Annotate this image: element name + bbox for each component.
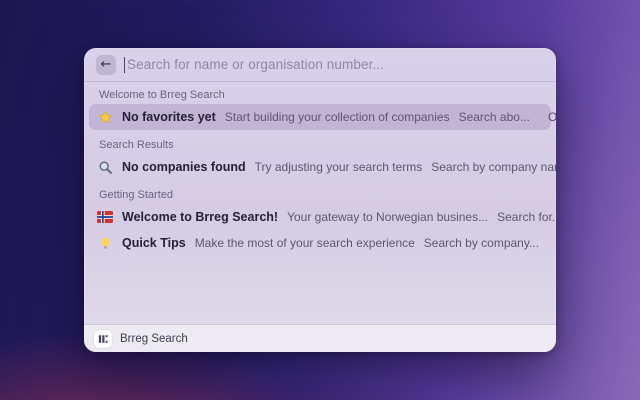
section-header: Search Results xyxy=(99,139,174,151)
footer-app-name: Brreg Search xyxy=(120,332,188,345)
list-item-no-favorites[interactable]: No favorites yet Start building your col… xyxy=(89,104,556,130)
section-search-results: Search Results No companies found Try ad… xyxy=(89,136,556,180)
item-subtitle: Make the most of your search experience xyxy=(194,236,415,250)
item-title: No favorites yet xyxy=(122,110,216,124)
item-subtitle: Your gateway to Norwegian busines... xyxy=(287,210,489,224)
item-accessory: Organize with custom emojis xyxy=(547,110,556,124)
item-title: Quick Tips xyxy=(122,236,186,250)
item-title: No companies found xyxy=(122,160,246,174)
search-placeholder: Search for name or organisation number..… xyxy=(127,57,384,72)
list-item-quick-tips[interactable]: Quick Tips Make the most of your search … xyxy=(89,230,551,256)
section-getting-started: Getting Started Welcome to Brreg Search!… xyxy=(89,186,556,256)
results-list: Welcome to Brreg Search No favorites yet… xyxy=(84,82,556,324)
norway-flag-icon xyxy=(97,209,113,225)
list-item-welcome[interactable]: Welcome to Brreg Search! Your gateway to… xyxy=(89,204,556,230)
search-bar: ← Search for name or organisation number… xyxy=(84,48,556,82)
section-header: Welcome to Brreg Search xyxy=(99,89,225,101)
brreg-logo-icon xyxy=(94,329,112,348)
search-window: ← Search for name or organisation number… xyxy=(84,48,556,352)
star-icon xyxy=(97,109,113,125)
lightbulb-icon xyxy=(97,235,113,251)
section-welcome: Welcome to Brreg Search No favorites yet… xyxy=(89,86,556,130)
item-subtitle: Start building your collection of compan… xyxy=(224,110,450,124)
item-detail: Search by company name xyxy=(431,160,556,174)
item-subtitle: Try adjusting your search terms xyxy=(254,160,423,174)
item-detail: Search abo... xyxy=(458,110,530,124)
item-detail: Search for... xyxy=(497,210,556,224)
text-caret xyxy=(124,56,125,73)
footer-bar: Brreg Search xyxy=(84,324,556,352)
list-item-no-companies[interactable]: No companies found Try adjusting your se… xyxy=(89,154,556,180)
item-title: Welcome to Brreg Search! xyxy=(122,210,279,224)
item-detail: Search by company... xyxy=(423,236,539,250)
back-button[interactable]: ← xyxy=(96,54,116,75)
section-header: Getting Started xyxy=(99,189,173,201)
search-input[interactable]: Search for name or organisation number..… xyxy=(124,48,544,81)
magnifier-icon xyxy=(97,159,113,175)
